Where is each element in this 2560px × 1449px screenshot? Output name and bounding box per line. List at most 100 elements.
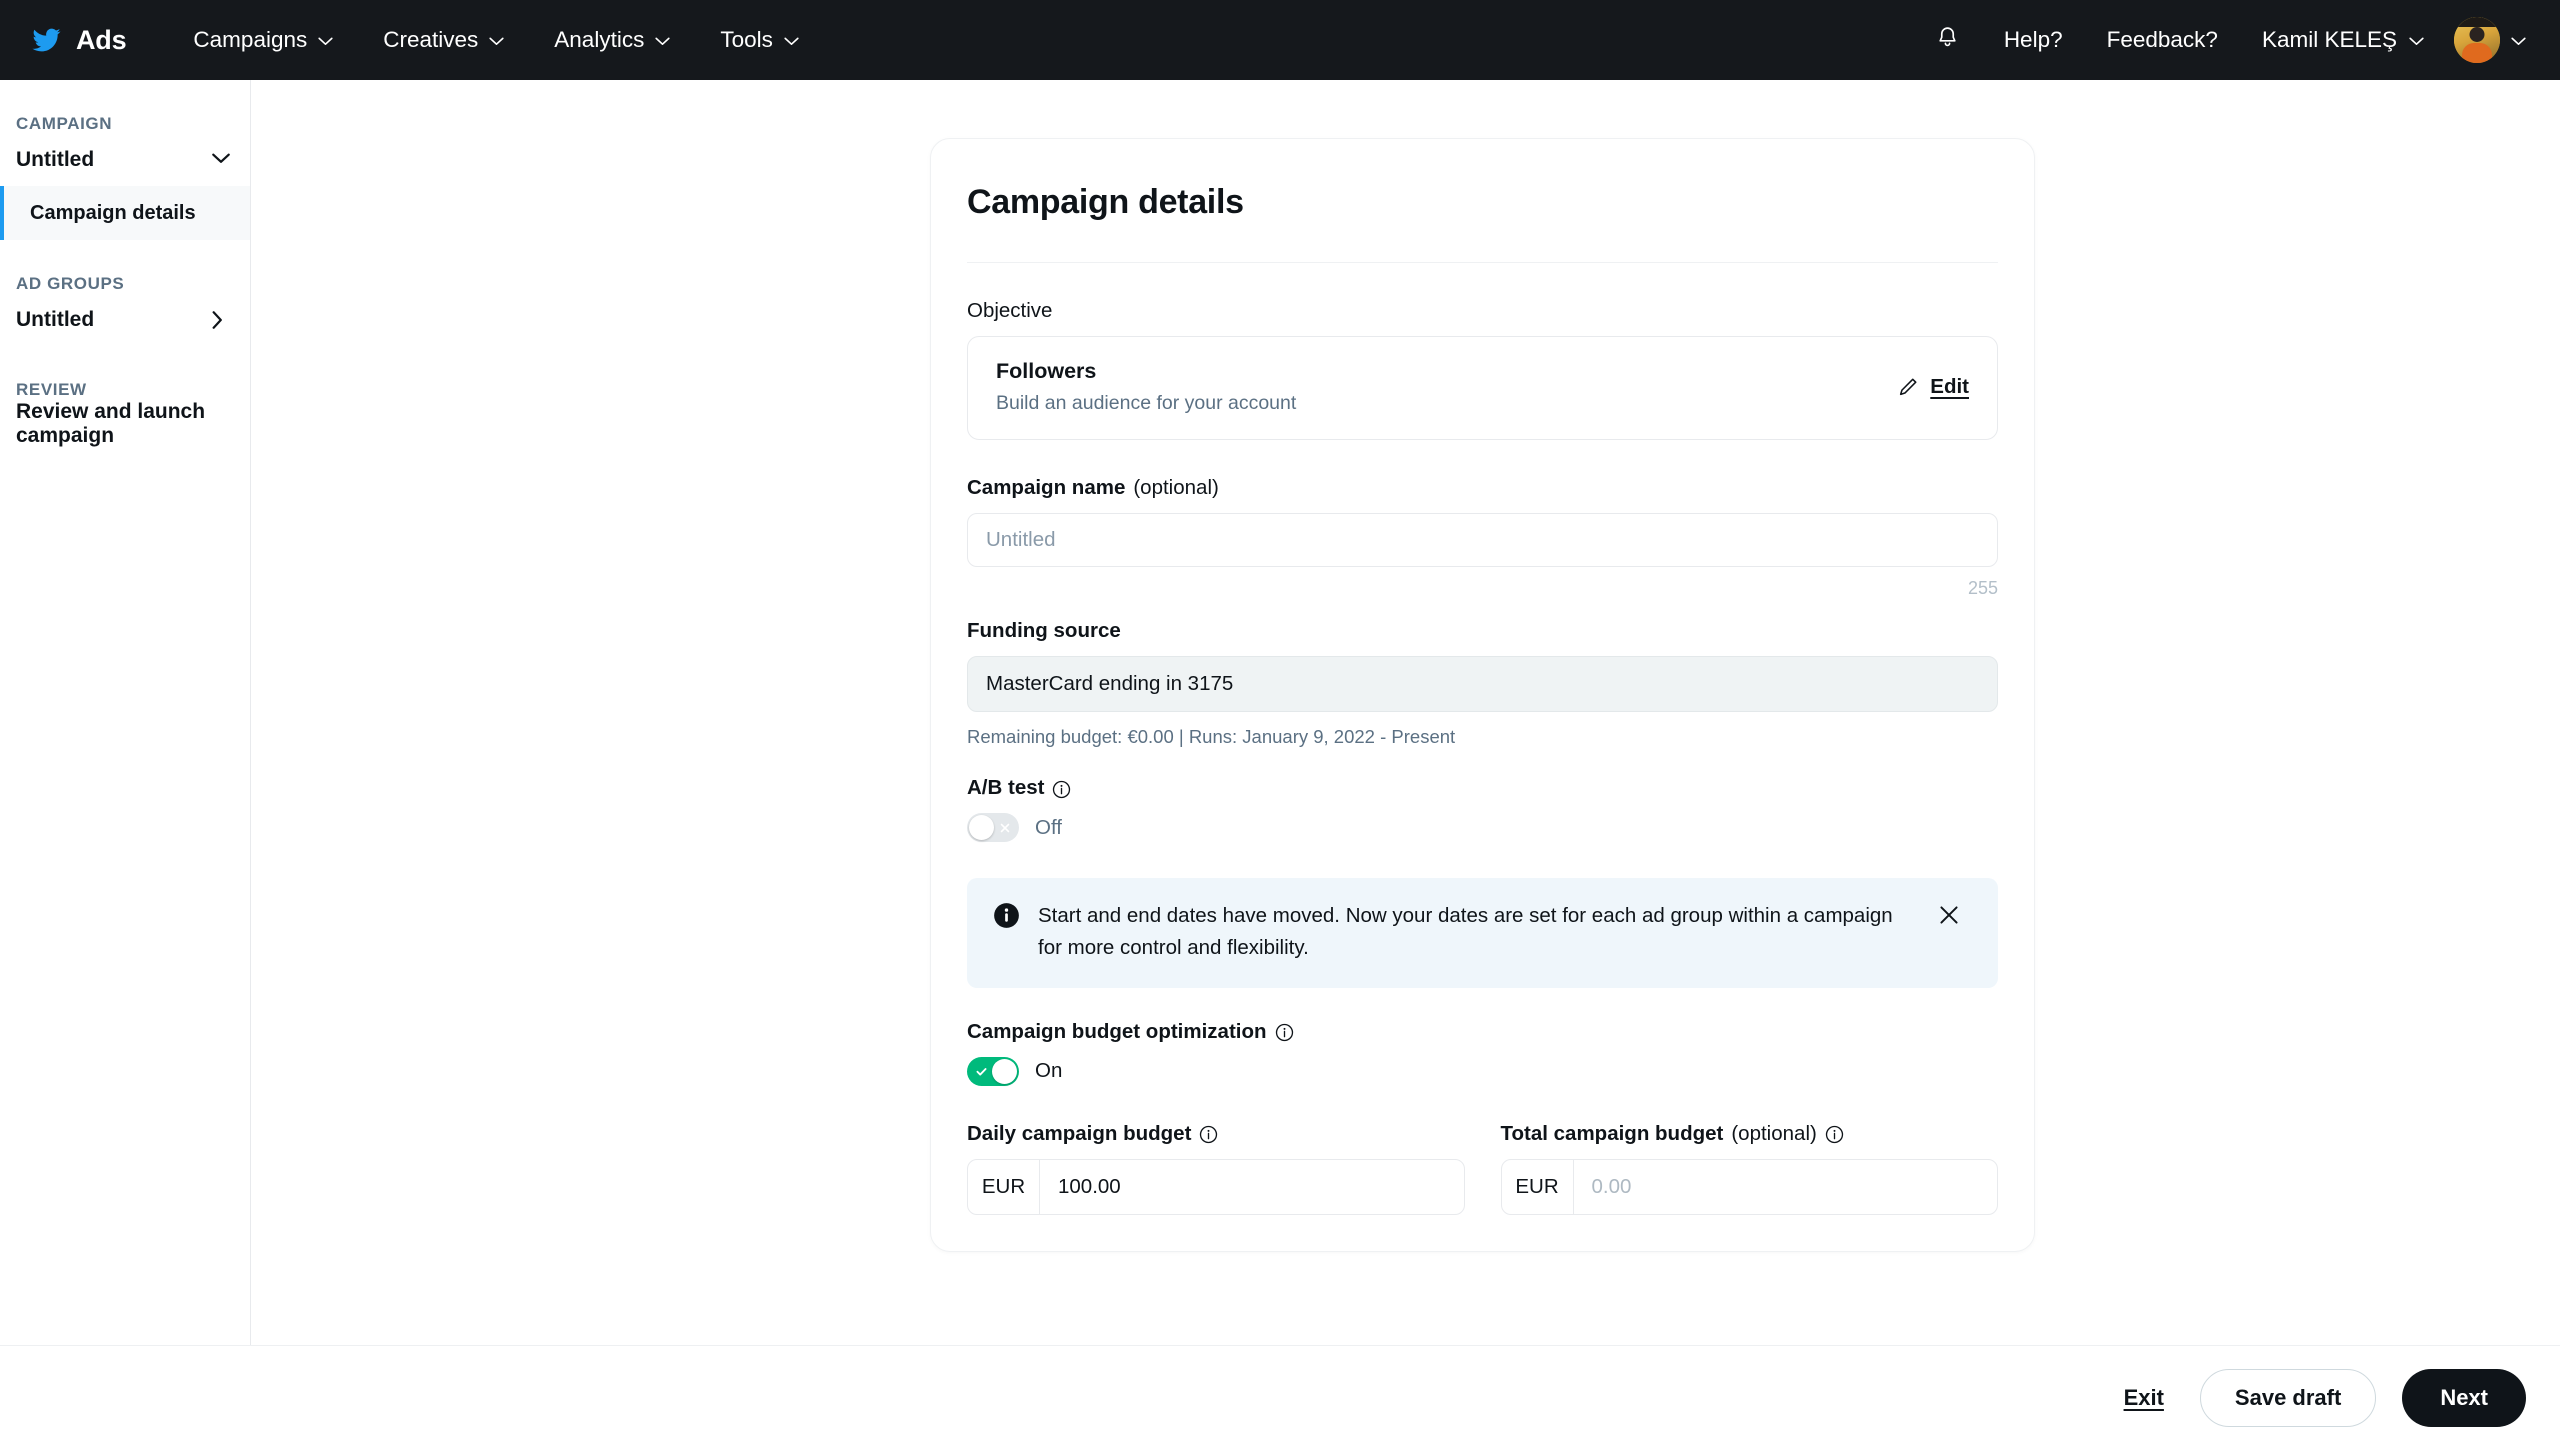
chevron-down-icon xyxy=(2409,37,2424,46)
exit-link[interactable]: Exit xyxy=(2114,1385,2174,1411)
campaign-name-input[interactable] xyxy=(967,513,1998,567)
budget-optimization-toggle-row: On xyxy=(967,1056,1998,1086)
chevron-down-icon xyxy=(489,37,504,46)
budget-fields-row: Daily campaign budget EUR 100.00 Total c… xyxy=(967,1086,1998,1215)
top-navigation-bar: Ads Campaigns Creatives Analytics Tools xyxy=(0,0,2560,80)
primary-nav-menus: Campaigns Creatives Analytics Tools xyxy=(168,0,823,80)
nav-menu-campaigns-label: Campaigns xyxy=(193,27,308,52)
ab-test-section: A/B test Off xyxy=(967,748,1998,842)
avatar xyxy=(2454,17,2500,63)
total-budget-currency: EUR xyxy=(1502,1159,1574,1214)
brand-label: Ads xyxy=(76,24,127,55)
daily-budget-input[interactable] xyxy=(1040,1159,1464,1214)
sidebar-item-campaign-details-label: Campaign details xyxy=(30,201,196,224)
objective-label: Objective xyxy=(967,299,1053,322)
ab-test-state-label: Off xyxy=(1035,815,1062,839)
help-link[interactable]: Help? xyxy=(1982,27,2085,53)
notifications-button[interactable] xyxy=(1913,25,1982,55)
close-icon xyxy=(992,813,1017,842)
nav-menu-analytics-label: Analytics xyxy=(554,27,645,52)
nav-menu-creatives[interactable]: Creatives xyxy=(358,0,529,80)
total-budget-input-group: EUR xyxy=(1500,1158,1998,1215)
campaign-details-card: Campaign details Objective Followers Bui… xyxy=(930,138,2035,1252)
page-title: Campaign details xyxy=(967,139,1998,263)
funding-source-value[interactable]: MasterCard ending in 3175 xyxy=(967,656,1998,712)
total-budget-label-optional: (optional) xyxy=(1731,1121,1817,1145)
nav-right-section: Help? Feedback? Kamil KELEŞ xyxy=(1913,17,2526,63)
total-budget-field: Total campaign budget (optional) EUR xyxy=(1500,1122,1999,1215)
objective-description: Build an audience for your account xyxy=(996,392,1297,414)
sidebar-item-review-launch[interactable]: Review and launch campaign xyxy=(0,400,250,448)
nav-menu-analytics[interactable]: Analytics xyxy=(529,0,695,80)
objective-section: Objective Followers Build an audience fo… xyxy=(967,263,1998,440)
total-budget-label: Total campaign budget (optional) xyxy=(1501,1122,1999,1146)
info-icon[interactable] xyxy=(1199,1125,1218,1144)
ab-test-toggle[interactable] xyxy=(967,813,1019,842)
twitter-bird-icon xyxy=(30,26,63,54)
daily-budget-field: Daily campaign budget EUR xyxy=(967,1122,1465,1215)
sidebar-item-review-launch-label: Review and launch campaign xyxy=(16,400,206,447)
info-icon[interactable] xyxy=(1275,1023,1294,1042)
ab-test-label: A/B test xyxy=(967,776,1998,800)
funding-source-helper: Remaining budget: €0.00 | Runs: January … xyxy=(967,726,1456,747)
daily-budget-currency: EUR xyxy=(968,1159,1040,1214)
daily-budget-input-group: EUR xyxy=(967,1158,1465,1215)
chevron-down-icon xyxy=(655,37,670,46)
chevron-down-icon xyxy=(784,37,799,46)
avatar-menu[interactable] xyxy=(2438,17,2526,63)
nav-menu-campaigns[interactable]: Campaigns xyxy=(168,0,358,80)
campaign-sidebar: CAMPAIGN Untitled Campaign details AD GR… xyxy=(0,80,251,1345)
account-name-menu[interactable]: Kamil KELEŞ xyxy=(2240,27,2438,53)
sidebar-section-review: REVIEW xyxy=(16,380,87,399)
edit-objective-label: Edit xyxy=(1930,375,1969,398)
brand-logo[interactable]: Ads xyxy=(30,24,127,56)
toggle-knob xyxy=(969,815,994,840)
bell-icon xyxy=(1935,25,1960,55)
sidebar-item-campaign-details[interactable]: Campaign details xyxy=(0,186,250,240)
budget-optimization-state-label: On xyxy=(1035,1059,1063,1083)
feedback-link[interactable]: Feedback? xyxy=(2085,27,2240,53)
sidebar-section-campaign: CAMPAIGN xyxy=(16,114,113,133)
total-budget-input[interactable] xyxy=(1573,1159,1997,1214)
objective-box: Followers Build an audience for your acc… xyxy=(967,336,1998,440)
sidebar-section-ad-groups: AD GROUPS xyxy=(16,274,125,293)
wizard-footer: Exit Save draft Next xyxy=(0,1345,2560,1449)
chevron-down-icon xyxy=(212,151,230,169)
account-name-label: Kamil KELEŞ xyxy=(2261,27,2397,52)
budget-optimization-toggle[interactable] xyxy=(967,1056,1019,1086)
next-button[interactable]: Next xyxy=(2402,1368,2526,1427)
ab-test-label-text: A/B test xyxy=(967,776,1045,799)
info-icon[interactable] xyxy=(1052,780,1071,799)
ab-test-toggle-row: Off xyxy=(967,813,1998,842)
main-content-area: Campaign details Objective Followers Bui… xyxy=(251,80,2560,1345)
edit-objective-button[interactable]: Edit xyxy=(1897,375,1969,399)
dates-moved-banner: Start and end dates have moved. Now your… xyxy=(967,878,1998,988)
sidebar-ad-group-name: Untitled xyxy=(16,308,95,331)
campaign-name-section: Campaign name (optional) 255 xyxy=(967,440,1998,599)
info-icon[interactable] xyxy=(1825,1125,1844,1144)
daily-budget-label: Daily campaign budget xyxy=(967,1122,1465,1146)
pencil-icon xyxy=(1897,376,1919,398)
chevron-right-icon xyxy=(212,311,230,329)
budget-optimization-section: Campaign budget optimization On xyxy=(967,988,1998,1086)
daily-budget-label-text: Daily campaign budget xyxy=(967,1121,1192,1145)
sidebar-item-campaign-untitled[interactable]: Untitled xyxy=(0,134,250,186)
nav-menu-tools[interactable]: Tools xyxy=(695,0,824,80)
nav-menu-tools-label: Tools xyxy=(720,27,773,52)
close-icon[interactable] xyxy=(1936,902,1962,928)
sidebar-item-ad-group-untitled[interactable]: Untitled xyxy=(0,294,250,346)
objective-info: Followers Build an audience for your acc… xyxy=(996,359,1296,415)
chevron-down-icon xyxy=(318,37,333,46)
info-circle-icon xyxy=(993,902,1020,929)
toggle-knob xyxy=(992,1058,1017,1084)
dates-moved-banner-text: Start and end dates have moved. Now your… xyxy=(1038,904,1893,959)
check-icon xyxy=(969,1057,994,1086)
chevron-down-icon xyxy=(2511,37,2526,46)
nav-menu-creatives-label: Creatives xyxy=(383,27,479,52)
campaign-name-label-optional: (optional) xyxy=(1133,476,1219,499)
campaign-name-label-main: Campaign name xyxy=(967,476,1126,499)
budget-optimization-label-text: Campaign budget optimization xyxy=(967,1019,1267,1043)
campaign-name-char-count: 255 xyxy=(1967,578,1998,598)
save-draft-button[interactable]: Save draft xyxy=(2199,1368,2377,1427)
funding-source-label: Funding source xyxy=(967,619,1121,642)
